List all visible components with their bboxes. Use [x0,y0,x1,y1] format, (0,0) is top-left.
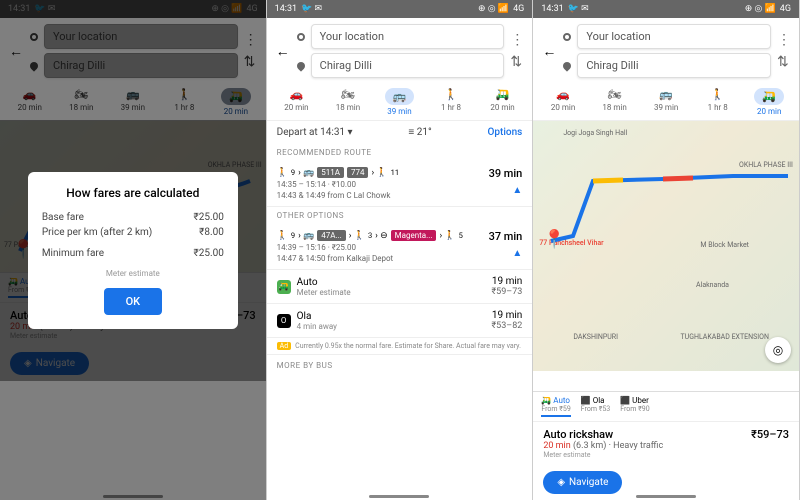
screen-transit: 14:31🐦 ✉ ⊕ ◎ 📶4G ← Your location Chirag … [267,0,534,500]
map-pin-icon: 📍 [543,229,565,250]
section-other: OTHER OPTIONS [267,207,533,224]
ride-tab-auto[interactable]: 🛺 AutoFrom ₹59 [541,396,570,417]
ok-button[interactable]: OK [104,288,163,315]
mode-bike[interactable]: 🏍18 min [322,84,374,120]
mode-transit[interactable]: 🚌39 min [640,84,692,120]
route-recommended[interactable]: 🚶9 › 🚌 511A 774 › 🚶11 14:35 – 15:14 · ₹1… [267,161,533,207]
mode-bike[interactable]: 🏍18 min [589,84,641,120]
status-bar: 14:31🐦 ✉ ⊕ ◎ 📶4G [533,0,799,18]
ride-sheet: 🛺 AutoFrom ₹59 ⬛ OlaFrom ₹53 ⬛ UberFrom … [533,391,799,500]
nav-pill[interactable] [636,495,696,498]
origin-input[interactable]: Your location [577,24,771,49]
dest-input[interactable]: Chirag Dilli [311,53,505,78]
mode-transit[interactable]: 🚌39 min [374,84,426,120]
ride-option-ola[interactable]: OOla4 min away 19 min₹53–82 [267,304,533,338]
origin-input[interactable]: Your location [311,24,505,49]
ride-tab-uber[interactable]: ⬛ UberFrom ₹90 [620,396,649,417]
route-nav-icon[interactable]: ▲ [512,185,522,196]
ad-disclaimer: AdCurrently 0.95x the normal fare. Estim… [267,338,533,354]
depart-selector[interactable]: Depart at 14:31 ▾ [277,127,353,138]
screen-fare-dialog: 14:31🐦 ✉ ⊕ ◎ 📶4G ← Your location Chirag … [0,0,267,500]
dest-pin-icon [295,60,306,71]
mode-walk[interactable]: 🚶1 hr 8 [425,84,477,120]
map-canvas[interactable]: Jogi Joga Singh Hall OKHLA PHASE III 77 … [533,121,799,371]
section-recommended: RECOMMENDED ROUTE [267,144,533,161]
ride-price: ₹59–73 [751,428,789,441]
nav-pill[interactable] [369,495,429,498]
route-nav-icon[interactable]: ▲ [512,248,522,259]
dest-input[interactable]: Chirag Dilli [577,53,771,78]
mode-taxi[interactable]: 🛺20 min [743,84,795,120]
dialog-title: How fares are calculated [42,186,224,200]
mode-taxi[interactable]: 🛺20 min [477,84,529,120]
options-button[interactable]: Options [488,127,523,138]
swap-icon[interactable]: ⇅ [777,54,791,70]
route-other-1[interactable]: 🚶9 › 🚌 47A... › 🚶3 › ⊖ Magenta... › 🚶5 1… [267,224,533,270]
screen-ride-map: 14:31🐦 ✉ ⊕ ◎ 📶4G ← Your location Chirag … [533,0,800,500]
fare-dialog: How fares are calculated Base fare₹25.00… [28,172,238,329]
origin-dot-icon [297,33,305,41]
back-icon[interactable]: ← [275,43,291,59]
ride-option-auto[interactable]: 🛺AutoMeter estimate 19 min₹59–73 [267,270,533,304]
navigate-button[interactable]: ◈ Navigate [543,471,622,494]
fare-dialog-overlay[interactable]: How fares are calculated Base fare₹25.00… [0,0,266,500]
dest-pin-icon [562,60,573,71]
ride-tab-ola[interactable]: ⬛ OlaFrom ₹53 [581,396,610,417]
mode-car[interactable]: 🚗20 min [537,84,589,120]
more-icon[interactable]: ⋮ [777,32,791,48]
section-more-bus: MORE BY BUS [267,354,533,374]
back-icon[interactable]: ← [541,43,557,59]
origin-dot-icon [563,33,571,41]
recenter-button[interactable]: ◎ [765,337,791,363]
mode-car[interactable]: 🚗20 min [271,84,323,120]
status-bar: 14:31🐦 ✉ ⊕ ◎ 📶4G [267,0,533,18]
mode-walk[interactable]: 🚶1 hr 8 [692,84,744,120]
swap-icon[interactable]: ⇅ [510,54,524,70]
more-icon[interactable]: ⋮ [510,32,524,48]
